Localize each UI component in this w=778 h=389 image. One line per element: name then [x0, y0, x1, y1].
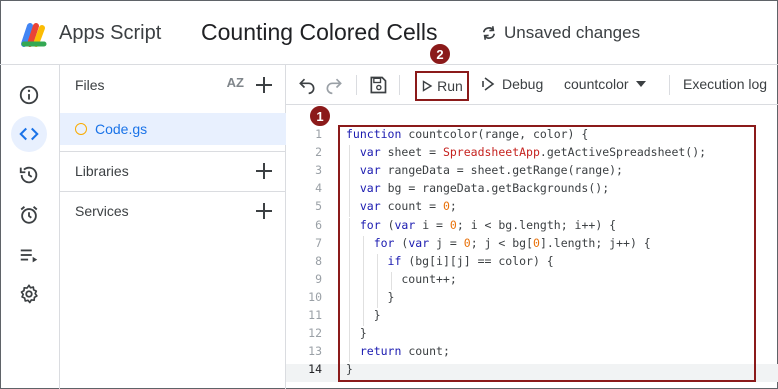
- indent-guide: [349, 199, 350, 218]
- debug-button[interactable]: Debug: [481, 76, 543, 92]
- code-line[interactable]: return count;: [346, 344, 450, 358]
- editor-icon[interactable]: [11, 116, 47, 152]
- chevron-down-icon: [635, 81, 646, 87]
- libraries-label: Libraries: [75, 163, 129, 179]
- line-number: 1: [315, 127, 322, 141]
- run-label: Run: [437, 78, 463, 94]
- indent-guide: [349, 344, 350, 363]
- line-number: 8: [315, 253, 322, 268]
- indent-guide: [363, 253, 365, 272]
- indent-guide: [377, 271, 379, 290]
- indent-guide: [391, 271, 393, 290]
- line-number: 9: [315, 271, 322, 286]
- execution-log-button[interactable]: Execution log: [683, 76, 767, 92]
- left-nav-rail: [0, 65, 60, 389]
- run-button[interactable]: Run: [415, 71, 469, 101]
- files-label: Files: [75, 77, 105, 93]
- line-number-gutter: 1 2 3 4 5 6 7 8 9 10 11 12 13 14: [286, 105, 336, 389]
- line-number: 11: [308, 308, 322, 322]
- project-title[interactable]: Counting Colored Cells: [201, 19, 438, 46]
- indent-guide: [349, 253, 350, 272]
- indent-guide: [363, 271, 365, 290]
- function-select[interactable]: countcolor: [564, 76, 647, 92]
- add-service-icon[interactable]: [252, 199, 276, 223]
- line-number: 10: [308, 289, 322, 304]
- code-line[interactable]: function countcolor(range, color) {: [346, 127, 588, 141]
- file-status-icon: [75, 123, 87, 135]
- save-status: Unsaved changes: [480, 23, 640, 43]
- indent-guide: [349, 308, 350, 327]
- settings-icon[interactable]: [11, 276, 47, 312]
- indent-guide: [349, 271, 350, 290]
- code-editor[interactable]: 1 2 3 4 5 6 7 8 9 10 11 12 13 14 function countcolor(…: [286, 105, 778, 389]
- app-header: Apps Script Counting Colored Cells Unsav…: [0, 0, 778, 65]
- indent-guide: [377, 289, 379, 308]
- toolbar-separator: [399, 75, 400, 95]
- line-number: 4: [315, 181, 322, 196]
- line-number: 14: [308, 362, 322, 377]
- services-section: Services: [60, 191, 286, 231]
- services-label: Services: [75, 203, 129, 219]
- code-line[interactable]: var sheet = SpreadsheetApp.getActiveSpre…: [346, 145, 706, 159]
- code-line[interactable]: }: [346, 290, 395, 304]
- line-number: 2: [315, 145, 322, 160]
- apps-script-logo-icon[interactable]: [18, 18, 50, 50]
- editor-toolbar: Run Debug countcolor Execution log: [286, 65, 778, 105]
- line-number: 6: [315, 217, 322, 232]
- debug-label: Debug: [502, 76, 544, 92]
- history-icon[interactable]: [11, 157, 47, 193]
- line-number: 5: [315, 199, 322, 214]
- play-icon: [422, 80, 433, 92]
- files-panel: Files AZ Code.gs Libraries Services: [60, 65, 286, 389]
- file-item-code-gs[interactable]: Code.gs: [60, 113, 286, 145]
- callout-badge-2: 2: [429, 43, 451, 65]
- save-icon[interactable]: [368, 75, 388, 95]
- triggers-icon[interactable]: [11, 197, 47, 233]
- executions-icon[interactable]: [11, 237, 47, 273]
- save-status-text: Unsaved changes: [504, 23, 641, 42]
- code-line[interactable]: var rangeData = sheet.getRange(range);: [346, 163, 623, 177]
- libraries-section: Libraries: [60, 151, 286, 191]
- redo-icon[interactable]: [324, 75, 344, 95]
- file-name: Code.gs: [95, 121, 148, 137]
- code-line[interactable]: for (var i = 0; i < bg.length; i++) {: [346, 218, 616, 232]
- code-line[interactable]: var bg = rangeData.getBackgrounds();: [346, 181, 609, 195]
- indent-guide: [349, 326, 350, 345]
- indent-guide: [363, 289, 365, 308]
- line-number: 3: [315, 163, 322, 178]
- undo-icon[interactable]: [297, 75, 317, 95]
- indent-guide: [349, 289, 350, 308]
- sort-az-icon[interactable]: AZ: [227, 75, 244, 90]
- line-number: 13: [308, 344, 322, 359]
- callout-badge-1: 1: [309, 105, 331, 127]
- indent-guide: [349, 145, 350, 164]
- indent-guide: [377, 253, 379, 272]
- indent-guide: [349, 163, 350, 182]
- indent-guide: [349, 217, 350, 236]
- app-name: Apps Script: [59, 22, 162, 44]
- function-select-value: countcolor: [564, 76, 629, 92]
- code-line[interactable]: }: [346, 362, 353, 376]
- line-number: 12: [308, 326, 322, 341]
- add-file-icon[interactable]: [252, 73, 276, 97]
- sync-icon: [482, 26, 496, 40]
- code-line[interactable]: var count = 0;: [346, 199, 457, 213]
- line-number: 7: [315, 235, 322, 250]
- indent-guide: [363, 235, 365, 254]
- indent-guide: [349, 235, 350, 254]
- add-library-icon[interactable]: [252, 159, 276, 183]
- debug-icon: [482, 77, 495, 91]
- toolbar-separator: [669, 75, 670, 95]
- code-line[interactable]: for (var j = 0; j < bg[0].length; j++) {: [346, 236, 651, 250]
- toolbar-separator: [356, 75, 357, 95]
- overview-icon[interactable]: [11, 77, 47, 113]
- indent-guide: [363, 308, 365, 327]
- files-header: Files AZ: [60, 65, 286, 105]
- indent-guide: [349, 181, 350, 200]
